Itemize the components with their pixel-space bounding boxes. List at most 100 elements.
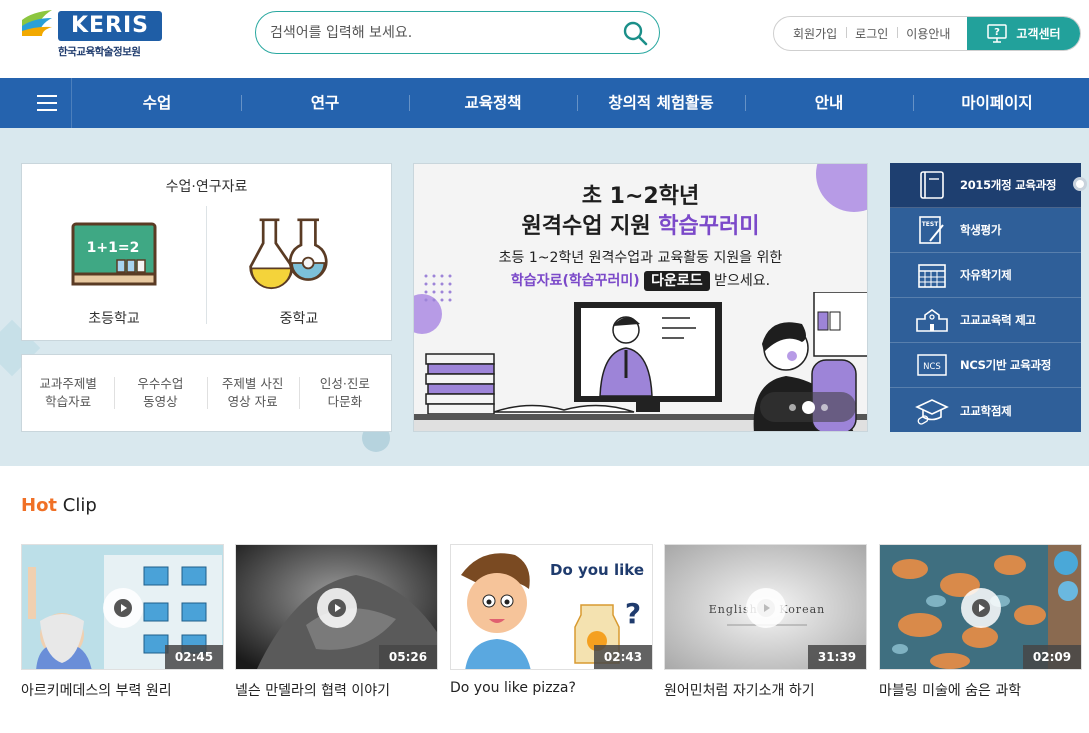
link-line2: 영상 자료 xyxy=(227,394,278,409)
character-career-link[interactable]: 인성·진로 다문화 xyxy=(298,375,391,411)
video-duration: 05:26 xyxy=(379,645,437,669)
banner-download-tag: 다운로드 xyxy=(644,271,710,291)
test-paper-icon: TEST xyxy=(914,215,950,245)
utility-menu: 회원가입 로그인 이용안내 ? 고객센터 xyxy=(773,16,1081,51)
video-card[interactable]: ? Do you like 02:43 Do you like pizza? xyxy=(450,544,653,704)
video-duration: 02:45 xyxy=(165,645,223,669)
banner-cta-line: 학습자료(학습꾸러미) 다운로드 받으세요. xyxy=(414,270,867,291)
link-line1: 우수수업 xyxy=(137,376,184,391)
resources-title: 수업·연구자료 xyxy=(165,179,248,195)
video-thumbnail: ? Do you like 02:43 xyxy=(450,544,653,670)
video-title[interactable]: 넬슨 만델라의 협력 이야기 xyxy=(235,680,390,700)
hamburger-icon xyxy=(36,95,57,111)
elementary-school-link[interactable]: 1+1=2 초등학교 xyxy=(22,204,206,334)
customer-center-button[interactable]: ? 고객센터 xyxy=(967,17,1080,50)
quick-menu-label: NCS기반 교육과정 xyxy=(960,358,1052,372)
nav-item-creative-activity[interactable]: 창의적 체험활동 xyxy=(577,78,745,128)
link-line1: 교과주제별 xyxy=(39,376,97,391)
signup-link[interactable]: 회원가입 xyxy=(784,25,846,42)
svg-text:?: ? xyxy=(995,27,1001,38)
video-duration: 02:43 xyxy=(594,645,652,669)
play-icon[interactable] xyxy=(961,588,1001,628)
quick-menu-ncs-curriculum[interactable]: NCS NCS기반 교육과정 xyxy=(890,343,1081,388)
banner-headline-1: 초 1~2학년 xyxy=(581,184,700,209)
play-icon[interactable] xyxy=(746,588,786,628)
banner-slide-indicator[interactable] xyxy=(760,392,856,422)
keris-logo[interactable]: KERIS 한국교육학술정보원 xyxy=(20,8,162,60)
main-visual-band: 수업·연구자료 1+1=2 초등학교 중학교 교과주제별 학습자료 우수수업 동… xyxy=(0,128,1089,466)
play-icon[interactable] xyxy=(103,588,143,628)
svg-text:?: ? xyxy=(625,597,641,630)
flask-icon xyxy=(249,218,328,290)
video-card[interactable]: 05:26 넬슨 만델라의 협력 이야기 xyxy=(235,544,438,704)
link-line2: 학습자료 xyxy=(45,394,92,409)
hot-clip-title-rest: Clip xyxy=(57,495,97,516)
logo-wordmark: KERIS xyxy=(58,11,162,41)
hot-clip-accent: Hot xyxy=(21,495,58,516)
slide-dot[interactable] xyxy=(788,403,796,411)
chalkboard-text: 1+1=2 xyxy=(87,240,140,256)
resource-links: 교과주제별 학습자료 우수수업 동영상 주제별 사진 영상 자료 인성·진로 다… xyxy=(21,354,392,432)
hamburger-menu-button[interactable] xyxy=(22,78,72,128)
quick-menu-label: 자유학기제 xyxy=(960,268,1012,282)
quick-menu: 2015개정 교육과정 TEST 학생평가 자유학기제 고교교육력 제고 NCS xyxy=(890,163,1087,433)
svg-text:NCS: NCS xyxy=(923,362,941,372)
nav-item-class[interactable]: 수업 xyxy=(73,78,241,128)
util-links: 회원가입 로그인 이용안내 xyxy=(774,17,959,50)
svg-text:Do you like: Do you like xyxy=(550,561,644,579)
quick-menu-label: 2015개정 교육과정 xyxy=(960,178,1057,192)
search-icon[interactable] xyxy=(621,19,649,47)
banner-description: 초등 1~2학년 원격수업과 교육활동 지원을 위한 xyxy=(498,250,783,266)
nav-item-mypage[interactable]: 마이페이지 xyxy=(913,78,1081,128)
elementary-school-label: 초등학교 xyxy=(88,311,140,327)
middle-school-link[interactable]: 중학교 xyxy=(207,204,391,334)
customer-center-label: 고객센터 xyxy=(1016,27,1061,41)
search-input[interactable] xyxy=(270,20,600,45)
video-title[interactable]: 아르키메데스의 부력 원리 xyxy=(21,680,172,700)
video-thumbnail: 05:26 xyxy=(235,544,438,670)
login-link[interactable]: 로그인 xyxy=(846,25,897,42)
graduation-cap-icon xyxy=(914,396,950,426)
promo-banner[interactable]: 초 1~2학년 원격수업 지원 학습꾸러미 초등 1~2학년 원격수업과 교육활… xyxy=(413,163,868,432)
nav-item-research[interactable]: 연구 xyxy=(241,78,409,128)
banner-headline-2-pre: 원격수업 지원 xyxy=(521,214,659,239)
quick-menu-curriculum-2015[interactable]: 2015개정 교육과정 xyxy=(890,163,1087,208)
play-icon[interactable] xyxy=(317,588,357,628)
video-card[interactable]: 02:45 아르키메데스의 부력 원리 xyxy=(21,544,224,704)
nav-item-guide[interactable]: 안내 xyxy=(745,78,913,128)
quick-menu-toggle[interactable] xyxy=(1073,177,1087,191)
chalkboard-icon: 1+1=2 xyxy=(71,222,157,286)
video-card[interactable]: 02:09 마블링 미술에 숨은 과학 xyxy=(879,544,1082,704)
video-title[interactable]: 원어민처럼 자기소개 하기 xyxy=(664,680,815,700)
video-thumbnail: 02:45 xyxy=(21,544,224,670)
video-duration: 02:09 xyxy=(1023,645,1081,669)
video-card[interactable]: English in Korean 31:39 원어민처럼 자기소개 하기 xyxy=(664,544,867,704)
school-building-icon xyxy=(914,305,950,335)
hot-clip-heading: Hot Clip xyxy=(21,495,97,516)
quick-menu-student-assessment[interactable]: TEST 학생평가 xyxy=(890,208,1081,253)
calendar-icon xyxy=(914,260,950,290)
nav-item-education-policy[interactable]: 교육정책 xyxy=(409,78,577,128)
quick-menu-free-semester[interactable]: 자유학기제 xyxy=(890,253,1081,298)
video-title[interactable]: Do you like pizza? xyxy=(450,680,576,696)
help-monitor-icon: ? xyxy=(987,23,1008,43)
site-header: KERIS 한국교육학술정보원 회원가입 로그인 이용안내 ? 고객센터 xyxy=(0,0,1089,78)
video-title[interactable]: 마블링 미술에 숨은 과학 xyxy=(879,680,1021,700)
resources-panel: 수업·연구자료 1+1=2 초등학교 중학교 xyxy=(21,163,392,341)
quick-menu-credit-system[interactable]: 고교학점제 xyxy=(890,388,1081,433)
subject-materials-link[interactable]: 교과주제별 학습자료 xyxy=(22,375,114,411)
video-thumbnail: English in Korean 31:39 xyxy=(664,544,867,670)
guide-link[interactable]: 이용안내 xyxy=(897,25,959,42)
hot-clip-list: 02:45 아르키메데스의 부력 원리 05:26 넬슨 만델라의 협력 이야기… xyxy=(21,544,1089,704)
video-duration: 31:39 xyxy=(808,645,866,669)
slide-dot[interactable] xyxy=(820,403,828,411)
quick-menu-label: 학생평가 xyxy=(960,223,1002,237)
search-bar xyxy=(255,11,660,54)
photo-video-link[interactable]: 주제별 사진 영상 자료 xyxy=(206,375,299,411)
quick-menu-label: 고교교육력 제고 xyxy=(960,313,1036,327)
best-class-video-link[interactable]: 우수수업 동영상 xyxy=(114,375,206,411)
video-thumbnail: 02:09 xyxy=(879,544,1082,670)
banner-headline-2-highlight: 학습꾸러미 xyxy=(658,214,760,239)
slide-dot-active[interactable] xyxy=(801,400,815,414)
quick-menu-high-school-competency[interactable]: 고교교육력 제고 xyxy=(890,298,1081,343)
